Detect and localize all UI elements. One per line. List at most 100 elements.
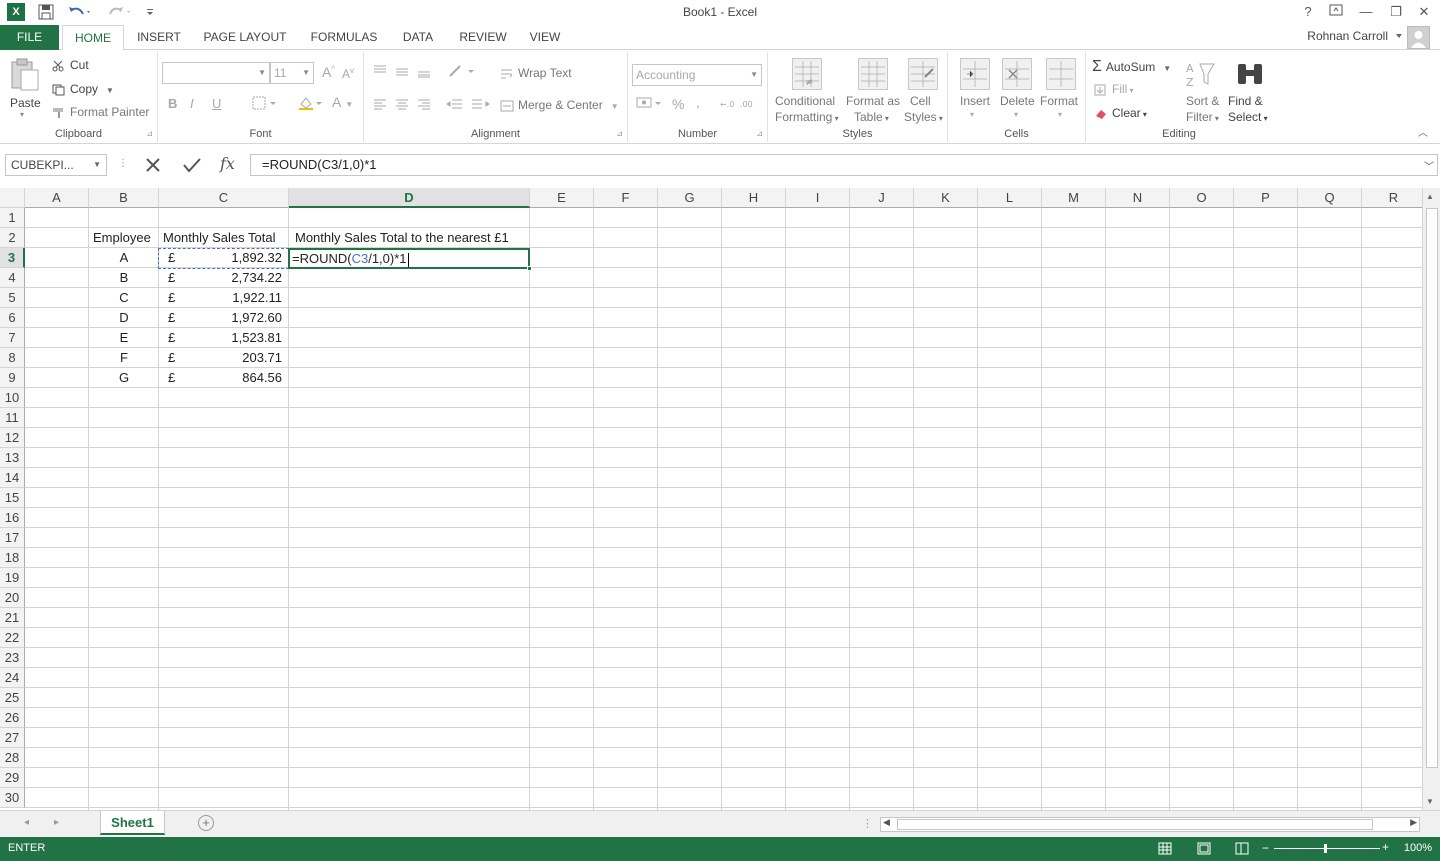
column-header-l[interactable]: L (978, 188, 1042, 208)
top-align-icon[interactable] (372, 64, 436, 81)
row-header-23[interactable]: 23 (0, 648, 25, 668)
worksheet-grid[interactable]: ABCDEFGHIJKLMNOPQR 1 2 3 4 5 6 7 8 9 10 11 12 13 14 15… (0, 188, 1422, 810)
row-header-12[interactable]: 12 (0, 428, 25, 448)
active-cell-editor[interactable]: =ROUND(C3/1,0)*1 (288, 248, 530, 269)
formula-bar-splitter-icon[interactable]: ⋮ (118, 158, 128, 169)
row-header-4[interactable]: 4 (0, 268, 25, 288)
select-all-corner[interactable] (0, 188, 25, 208)
vertical-scroll-thumb[interactable] (1426, 208, 1438, 768)
font-name-dropdown[interactable]: ▼ (162, 62, 270, 84)
row-header-24[interactable]: 24 (0, 668, 25, 688)
tab-splitter-icon[interactable]: ⋮ (862, 817, 873, 830)
row-header-25[interactable]: 25 (0, 688, 25, 708)
column-header-b[interactable]: B (89, 188, 159, 208)
fill-handle[interactable] (527, 266, 532, 271)
formula-input[interactable]: =ROUND(C3/1,0)*1 (250, 154, 1438, 176)
cell-b2[interactable]: Employee (93, 228, 151, 248)
column-header-f[interactable]: F (594, 188, 658, 208)
row-header-9[interactable]: 9 (0, 368, 25, 388)
format-cells-button[interactable]: Format ▾ (1040, 56, 1084, 124)
row-header-7[interactable]: 7 (0, 328, 25, 348)
underline-button[interactable]: U (212, 96, 221, 111)
cell-d2[interactable]: Monthly Sales Total to the nearest £1 (295, 228, 509, 248)
row-header-8[interactable]: 8 (0, 348, 25, 368)
increase-font-size-icon[interactable]: A^ (322, 64, 335, 80)
row-header-2[interactable]: 2 (0, 228, 25, 248)
sheet-tab[interactable]: Sheet1 (100, 811, 165, 835)
tab-page-layout[interactable]: PAGE LAYOUT (198, 25, 292, 50)
column-header-r[interactable]: R (1362, 188, 1422, 208)
sales-cell[interactable]: 1,972.60 (159, 308, 282, 328)
orientation-icon[interactable] (448, 64, 478, 81)
row-header-19[interactable]: 19 (0, 568, 25, 588)
column-header-c[interactable]: C (159, 188, 289, 208)
employee-cell[interactable]: E (89, 328, 159, 348)
fill-button[interactable]: Fill ▾ (1094, 82, 1134, 96)
sales-cell[interactable]: 203.71 (159, 348, 282, 368)
employee-cell[interactable]: D (89, 308, 159, 328)
column-header-k[interactable]: K (914, 188, 978, 208)
clipboard-launcher-icon[interactable]: ⊿ (146, 129, 153, 138)
bold-button[interactable]: B (168, 96, 177, 111)
row-header-28[interactable]: 28 (0, 748, 25, 768)
italic-button[interactable]: I (190, 96, 194, 111)
row-header-21[interactable]: 21 (0, 608, 25, 628)
row-header-14[interactable]: 14 (0, 468, 25, 488)
column-header-o[interactable]: O (1170, 188, 1234, 208)
column-header-e[interactable]: E (530, 188, 594, 208)
collapse-ribbon-icon[interactable]: ︿ (1418, 124, 1428, 139)
row-header-10[interactable]: 10 (0, 388, 25, 408)
horizontal-scroll-thumb[interactable] (897, 819, 1373, 830)
insert-function-button[interactable]: fx (220, 154, 235, 173)
column-header-a[interactable]: A (25, 188, 89, 208)
row-header-15[interactable]: 15 (0, 488, 25, 508)
column-header-i[interactable]: I (786, 188, 850, 208)
row-header-16[interactable]: 16 (0, 508, 25, 528)
scroll-right-icon[interactable]: ▶ (1410, 817, 1417, 828)
indent-icon[interactable] (446, 98, 490, 115)
page-layout-view-icon[interactable] (1197, 842, 1211, 858)
column-header-n[interactable]: N (1106, 188, 1170, 208)
format-painter-button[interactable]: Format Painter (52, 105, 149, 119)
zoom-in-icon[interactable]: + (1382, 840, 1389, 854)
scroll-left-icon[interactable]: ◀ (883, 817, 890, 828)
zoom-out-icon[interactable]: − (1262, 841, 1269, 855)
percent-style-button[interactable]: % (672, 96, 684, 112)
cancel-entry-icon[interactable] (144, 156, 162, 177)
column-header-g[interactable]: G (658, 188, 722, 208)
wrap-text-button[interactable]: Wrap Text (500, 66, 572, 80)
zoom-level[interactable]: 100% (1404, 842, 1432, 854)
tab-data[interactable]: DATA (394, 25, 442, 50)
tab-review[interactable]: REVIEW (454, 25, 512, 50)
increase-decimal-icon[interactable]: ←.0 .00 (720, 96, 760, 113)
sheet-scroll-right-icon[interactable]: ▸ (54, 817, 59, 828)
row-header-6[interactable]: 6 (0, 308, 25, 328)
normal-view-icon[interactable] (1158, 842, 1172, 858)
row-header-17[interactable]: 17 (0, 528, 25, 548)
scroll-down-icon[interactable]: ▼ (1426, 797, 1434, 806)
row-header-18[interactable]: 18 (0, 548, 25, 568)
tab-insert[interactable]: INSERT (132, 25, 186, 50)
row-header-5[interactable]: 5 (0, 288, 25, 308)
user-dropdown-icon[interactable] (1396, 34, 1402, 38)
sales-cell[interactable]: 1,922.11 (159, 288, 282, 308)
row-header-29[interactable]: 29 (0, 768, 25, 788)
column-header-m[interactable]: M (1042, 188, 1106, 208)
cell-styles-button[interactable]: Cell Styles ▾ (902, 56, 946, 124)
column-header-d[interactable]: D (289, 188, 530, 208)
zoom-slider[interactable] (1274, 844, 1380, 853)
number-format-dropdown[interactable]: Accounting ▼ (632, 64, 762, 86)
page-break-view-icon[interactable] (1235, 842, 1249, 858)
employee-cell[interactable]: B (89, 268, 159, 288)
column-header-j[interactable]: J (850, 188, 914, 208)
scroll-up-icon[interactable]: ▲ (1426, 192, 1434, 201)
conditional-formatting-button[interactable]: ≠ Conditional Formatting ▾ (772, 56, 842, 124)
tab-view[interactable]: VIEW (522, 25, 568, 50)
number-launcher-icon[interactable]: ⊿ (756, 129, 763, 138)
name-box[interactable]: CUBEKPI... ▼ (5, 154, 107, 176)
paste-button[interactable]: Paste ▾ (6, 56, 44, 124)
font-color-icon[interactable]: A ▼ (332, 94, 353, 110)
tab-file[interactable]: FILE (0, 25, 59, 50)
autosum-button[interactable]: Σ AutoSum ▼ (1092, 58, 1171, 76)
row-header-1[interactable]: 1 (0, 208, 25, 228)
